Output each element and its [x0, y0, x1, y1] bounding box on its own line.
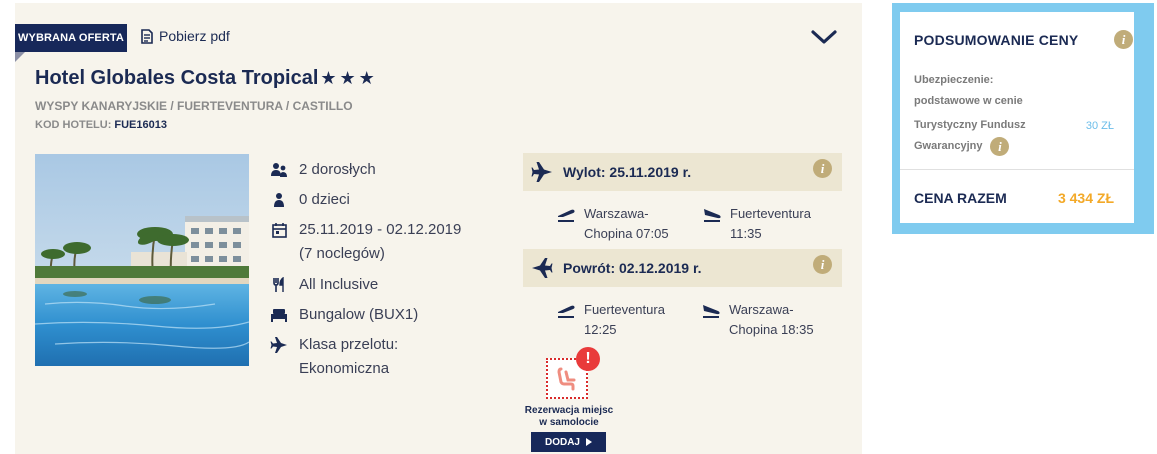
download-pdf-link[interactable]: Pobierz pdf	[141, 28, 230, 44]
takeoff-icon	[558, 209, 575, 222]
offer-card: WYBRANA OFERTA Pobierz pdf Hotel Globale…	[15, 3, 862, 454]
fact-flight-class: Klasa przelotu: Ekonomiczna	[268, 333, 398, 381]
child-icon	[268, 188, 290, 212]
return-departure-line2: 12:25	[584, 322, 617, 337]
landing-icon	[704, 209, 721, 222]
return-arrival-text: Warszawa- Chopina 18:35	[729, 300, 814, 340]
adults-icon	[268, 158, 290, 182]
insurance-label-line1: Ubezpieczenie:	[914, 74, 994, 86]
return-arrival-line1: Warszawa-	[729, 302, 794, 317]
total-price-value: 3 434 ZŁ	[1057, 190, 1114, 206]
return-departure: Fuerteventura 12:25	[556, 300, 665, 340]
plane-icon	[268, 333, 290, 357]
return-departure-text: Fuerteventura 12:25	[584, 300, 665, 340]
plane-icon	[532, 258, 553, 278]
return-arrival: Warszawa- Chopina 18:35	[701, 300, 814, 340]
guarantee-fund-value: 30 ZŁ	[1085, 120, 1114, 132]
chevron-down-icon[interactable]	[810, 27, 838, 47]
insurance-label: Ubezpieczenie: podstawowe w cenie	[914, 70, 1023, 112]
price-summary-title: PODSUMOWANIE CENY	[914, 32, 1079, 48]
hotel-code-value: FUE16013	[114, 119, 167, 131]
outbound-departure: Warszawa- Chopina 07:05	[556, 204, 669, 244]
fact-adults-text: 2 dorosłych	[299, 161, 376, 178]
outbound-arrival-line2: 11:35	[730, 226, 762, 241]
fact-adults: 2 dorosłych	[268, 158, 376, 182]
hotel-stars: ★★★	[320, 68, 378, 88]
landing-icon	[703, 305, 720, 318]
total-price-label: CENA RAZEM	[914, 190, 1007, 206]
outbound-departure-line1: Warszawa-	[584, 206, 649, 221]
fact-board: All Inclusive	[268, 273, 378, 297]
seat-icon	[557, 367, 576, 390]
add-seat-button[interactable]: DODAJ	[531, 432, 606, 452]
outbound-arrival-line1: Fuerteventura	[730, 206, 811, 221]
fact-dates-text: 25.11.2019 - 02.12.2019	[299, 221, 462, 238]
hotel-name: Hotel Globales Costa Tropical ★★★	[35, 67, 378, 90]
fact-children-text: 0 dzieci	[299, 191, 350, 208]
price-summary-panel: PODSUMOWANIE CENY i Ubezpieczenie: podst…	[900, 12, 1134, 223]
fact-room-text: Bungalow (BUX1)	[299, 306, 419, 323]
info-icon[interactable]: i	[813, 159, 832, 178]
cutlery-icon	[268, 273, 290, 297]
return-flight-header: Powrót: 02.12.2019 r. i	[523, 249, 842, 287]
calendar-icon	[268, 218, 290, 242]
info-icon[interactable]: i	[1114, 30, 1133, 49]
hotel-code-label: KOD HOTELU:	[35, 119, 112, 131]
guarantee-fund-label: Turystyczny Fundusz Gwarancyjny i	[914, 115, 1026, 157]
fact-flight-class-block: Klasa przelotu: Ekonomiczna	[299, 333, 398, 381]
download-pdf-label: Pobierz pdf	[159, 28, 230, 44]
insurance-label-line2: podstawowe w cenie	[914, 95, 1023, 107]
guarantee-fund-line2: Gwarancyjny	[914, 140, 983, 152]
outbound-departure-line2: Chopina 07:05	[584, 226, 669, 241]
guarantee-fund-line2-row: Gwarancyjny i	[914, 136, 1026, 157]
pdf-icon	[141, 28, 153, 44]
seat-reservation-line2: w samolocie	[539, 417, 599, 428]
fact-dates: 25.11.2019 - 02.12.2019 (7 noclegów)	[268, 218, 461, 266]
price-summary-frame: PODSUMOWANIE CENY i Ubezpieczenie: podst…	[892, 3, 1154, 234]
fact-nights-text: (7 noclegów)	[299, 245, 385, 262]
outbound-arrival-text: Fuerteventura 11:35	[730, 204, 811, 244]
outbound-flight-header: Wylot: 25.11.2019 r. i	[523, 153, 842, 191]
selected-offer-badge: WYBRANA OFERTA	[15, 24, 127, 52]
return-departure-line1: Fuerteventura	[584, 302, 665, 317]
hotel-code: KOD HOTELU: FUE16013	[35, 119, 167, 131]
fact-room: Bungalow (BUX1)	[268, 303, 418, 327]
flight-class-value: Ekonomiczna	[299, 360, 390, 377]
hotel-location: WYSPY KANARYJSKIE / FUERTEVENTURA / CAST…	[35, 99, 353, 113]
hotel-name-text: Hotel Globales Costa Tropical	[35, 67, 319, 89]
bed-icon	[268, 303, 290, 327]
seat-reservation-label: Rezerwacja miejsc w samolocie	[515, 405, 623, 429]
plane-icon	[531, 162, 552, 182]
outbound-flight-title: Wylot: 25.11.2019 r.	[563, 164, 692, 180]
outbound-arrival: Fuerteventura 11:35	[702, 204, 811, 244]
badge-fold	[15, 52, 25, 62]
fact-children: 0 dzieci	[268, 188, 350, 212]
return-arrival-line2: Chopina 18:35	[729, 322, 814, 337]
flight-class-label: Klasa przelotu:	[299, 336, 399, 353]
play-icon	[586, 438, 592, 446]
add-seat-label: DODAJ	[544, 436, 580, 448]
return-flight-title: Powrót: 02.12.2019 r.	[563, 260, 702, 276]
seat-reservation-line1: Rezerwacja miejsc	[524, 405, 614, 416]
takeoff-icon	[558, 305, 575, 318]
guarantee-fund-line1: Turystyczny Fundusz	[914, 119, 1026, 131]
seat-alert-badge: !	[576, 347, 600, 371]
summary-divider	[900, 169, 1134, 170]
hotel-photo	[35, 154, 249, 366]
outbound-departure-text: Warszawa- Chopina 07:05	[584, 204, 669, 244]
fact-board-text: All Inclusive	[299, 276, 379, 293]
info-icon[interactable]: i	[990, 137, 1010, 156]
fact-dates-block: 25.11.2019 - 02.12.2019 (7 noclegów)	[299, 218, 461, 266]
info-icon[interactable]: i	[813, 255, 832, 274]
